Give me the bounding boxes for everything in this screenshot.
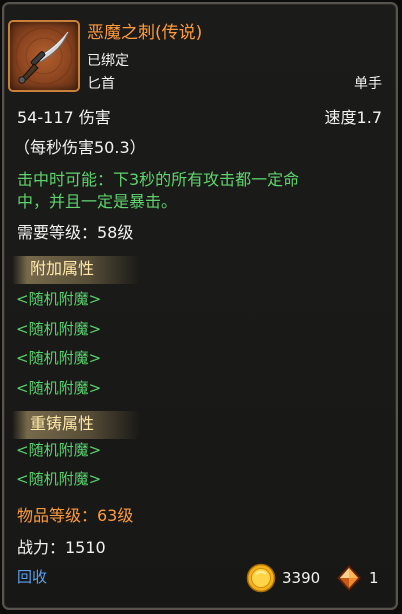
bind-status: 已绑定	[87, 53, 129, 69]
gold-amount: 3390	[282, 569, 321, 587]
damage-range: 54-117 伤害	[17, 108, 111, 127]
effect-text-line1: 击中时可能：下3秒的所有攻击都一定命	[17, 170, 300, 189]
required-level: 需要等级：58级	[17, 223, 134, 242]
attack-speed: 速度1.7	[324, 108, 382, 127]
bonus-attribute-3: <随机附魔>	[16, 349, 102, 367]
item-name: 恶魔之刺(传说)	[87, 23, 203, 43]
recycle-button[interactable]: 回收	[17, 570, 47, 585]
dps-value: （每秒伤害50.3）	[14, 138, 146, 157]
item-icon-frame	[8, 20, 80, 92]
reforge-attribute-2: <随机附魔>	[16, 470, 102, 488]
bonus-attribute-1: <随机附魔>	[16, 290, 102, 308]
item-level: 物品等级：63级	[17, 506, 134, 525]
hand-type: 单手	[354, 76, 382, 92]
effect-text-line2: 中，并且一定是暴击。	[17, 192, 178, 211]
item-type: 匕首	[87, 76, 115, 92]
orange-gem-icon	[336, 564, 362, 592]
dagger-icon	[15, 27, 73, 85]
bonus-section-title: 附加属性	[30, 259, 95, 278]
gem-amount: 1	[369, 569, 379, 587]
reforge-attribute-1: <随机附魔>	[16, 441, 102, 459]
combat-power: 战力：1510	[17, 538, 106, 557]
gold-coin-icon	[246, 563, 276, 593]
bonus-attribute-4: <随机附魔>	[16, 379, 102, 397]
bonus-attribute-2: <随机附魔>	[16, 320, 102, 338]
reforge-section-title: 重铸属性	[30, 414, 95, 433]
